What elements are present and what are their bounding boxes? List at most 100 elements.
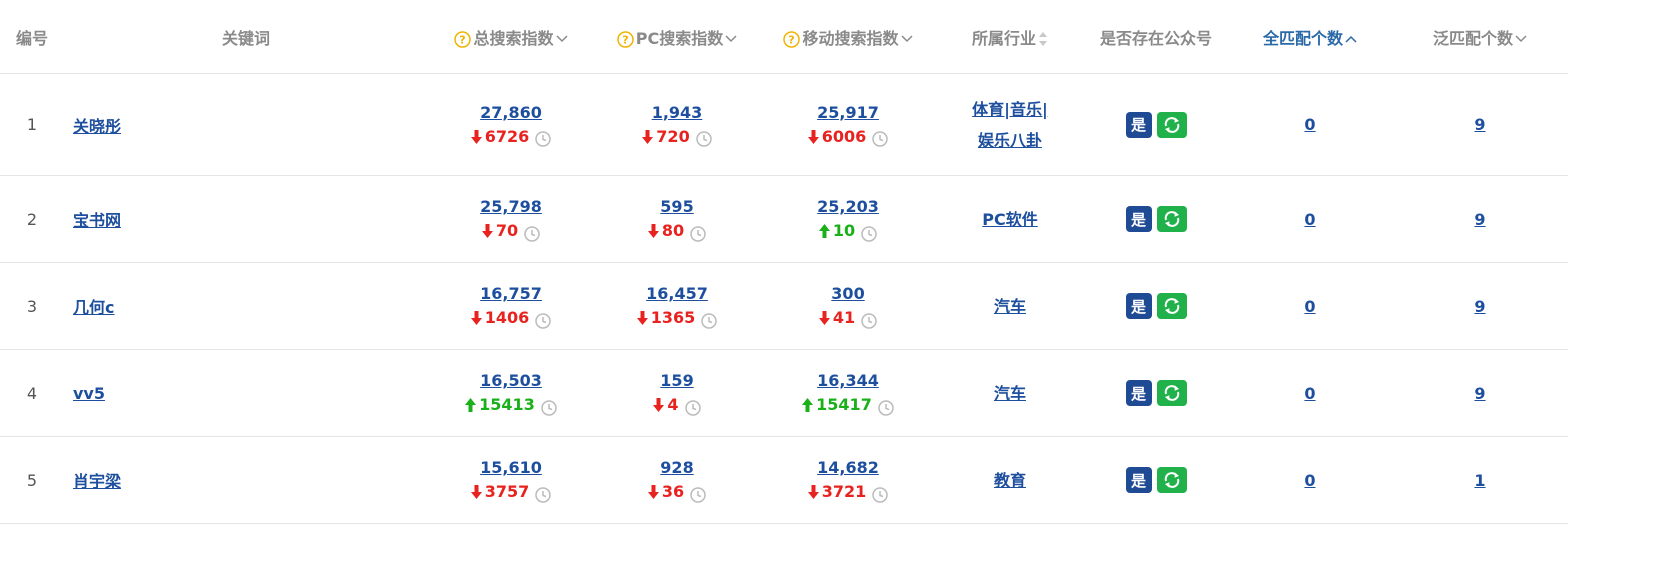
- industry-link[interactable]: 娱乐八卦: [978, 131, 1042, 150]
- mobile-index-link[interactable]: 25,917: [817, 101, 879, 125]
- cell-exact: 0: [1228, 175, 1392, 263]
- refresh-button[interactable]: [1156, 467, 1187, 493]
- cell-total: 27,860 6726: [428, 73, 594, 176]
- chevron-down-icon[interactable]: [555, 35, 568, 43]
- industry-link[interactable]: 体育|音乐|: [972, 100, 1048, 119]
- clock-icon[interactable]: [878, 399, 894, 416]
- chevron-down-icon[interactable]: [900, 35, 913, 43]
- total-index-link[interactable]: 16,503: [480, 369, 542, 393]
- mobile-change-value: 6006: [821, 126, 867, 146]
- pc-change: 1365: [636, 306, 696, 330]
- clock-icon[interactable]: [690, 225, 706, 242]
- wechat-exists-badge[interactable]: 是: [1125, 111, 1152, 138]
- chevron-down-icon[interactable]: [1515, 35, 1527, 43]
- total-index-link[interactable]: 27,860: [480, 101, 542, 125]
- clock-icon[interactable]: [701, 312, 718, 329]
- col-mobile-header[interactable]: ? 移动搜索指数: [760, 0, 936, 74]
- wechat-exists-badge[interactable]: 是: [1125, 380, 1152, 406]
- exact-match-link[interactable]: 0: [1304, 471, 1315, 490]
- industry-link[interactable]: 汽车: [994, 297, 1026, 316]
- total-index-link[interactable]: 16,757: [480, 282, 542, 306]
- total-index-link[interactable]: 25,798: [480, 195, 542, 219]
- wechat-exists-badge[interactable]: 是: [1125, 293, 1152, 319]
- clock-icon[interactable]: [541, 399, 557, 416]
- pc-index-link[interactable]: 16,457: [646, 282, 708, 306]
- keyword-link[interactable]: 几何c: [73, 298, 115, 317]
- pc-change-value: 1365: [650, 308, 696, 327]
- mobile-change-value: 15417: [816, 395, 872, 414]
- pc-index-link[interactable]: 928: [660, 456, 693, 480]
- industry-link[interactable]: 教育: [994, 471, 1026, 490]
- clock-icon[interactable]: [535, 131, 552, 147]
- clock-icon[interactable]: [524, 225, 540, 242]
- clock-icon[interactable]: [535, 486, 552, 503]
- refresh-button[interactable]: [1156, 111, 1187, 138]
- exact-match-link[interactable]: 0: [1304, 115, 1315, 134]
- refresh-button[interactable]: [1156, 293, 1187, 319]
- total-change-value: 3757: [484, 482, 530, 501]
- chevron-up-icon[interactable]: [1345, 35, 1357, 43]
- mobile-index-link[interactable]: 14,682: [817, 456, 879, 480]
- industry-link[interactable]: 汽车: [994, 384, 1026, 403]
- col-exact-header[interactable]: 全匹配个数: [1228, 0, 1392, 74]
- mobile-index-link[interactable]: 16,344: [817, 369, 879, 393]
- chevron-down-icon[interactable]: [725, 35, 737, 43]
- col-industry-header[interactable]: 所属行业: [936, 0, 1084, 74]
- cell-wechat: 是: [1084, 262, 1228, 350]
- cell-mobile: 25,203 10: [760, 175, 936, 263]
- col-broad-label: 泛匹配个数: [1432, 28, 1513, 48]
- exact-match-link[interactable]: 0: [1304, 384, 1315, 403]
- wechat-exists-badge[interactable]: 是: [1125, 206, 1152, 232]
- total-index-link[interactable]: 15,610: [480, 456, 542, 480]
- pc-index-link[interactable]: 1,943: [652, 101, 703, 125]
- refresh-icon: [1164, 298, 1179, 314]
- keyword-link[interactable]: 宝书网: [73, 211, 121, 230]
- wechat-exists-badge[interactable]: 是: [1125, 467, 1152, 493]
- clock-icon[interactable]: [690, 486, 706, 503]
- col-broad-header[interactable]: 泛匹配个数: [1392, 0, 1568, 74]
- clock-icon[interactable]: [695, 131, 712, 147]
- col-mobile-label: 移动搜索指数: [802, 28, 899, 48]
- col-pc-label: PC搜索指数: [635, 28, 724, 48]
- mobile-index-link[interactable]: 25,203: [817, 195, 879, 219]
- question-circle-icon[interactable]: ?: [783, 30, 801, 48]
- mobile-index-link[interactable]: 300: [831, 282, 864, 306]
- pc-change: 80: [647, 219, 684, 243]
- clock-icon[interactable]: [684, 399, 701, 416]
- broad-match-link[interactable]: 9: [1474, 297, 1485, 316]
- broad-match-link[interactable]: 9: [1474, 115, 1485, 134]
- total-change: 6726: [470, 125, 529, 149]
- broad-match-link[interactable]: 9: [1474, 210, 1485, 229]
- arrow-down-icon: [470, 129, 482, 144]
- mobile-change: 41: [818, 306, 855, 330]
- question-circle-icon[interactable]: ?: [454, 30, 472, 48]
- question-circle-icon[interactable]: ?: [617, 30, 634, 48]
- exact-match-link[interactable]: 0: [1304, 297, 1315, 316]
- clock-icon[interactable]: [872, 486, 889, 503]
- pc-index-link[interactable]: 159: [660, 369, 693, 393]
- arrow-down-icon: [818, 311, 830, 325]
- keyword-link[interactable]: 关晓彤: [73, 117, 121, 136]
- clock-icon[interactable]: [861, 225, 877, 242]
- keyword-link[interactable]: vv5: [73, 384, 105, 403]
- clock-icon[interactable]: [861, 312, 877, 329]
- broad-match-link[interactable]: 1: [1474, 471, 1485, 490]
- table-header: 编号 关键词 ? 总搜索指数 ? PC搜索指数 ? 移动搜索指数 所属行业 是否存在公…: [0, 0, 1568, 74]
- clock-icon[interactable]: [535, 312, 552, 329]
- clock-icon[interactable]: [872, 131, 889, 147]
- col-id-header: 编号: [0, 0, 64, 74]
- refresh-button[interactable]: [1156, 206, 1187, 232]
- col-total-header[interactable]: ? 总搜索指数: [428, 0, 594, 74]
- arrow-down-icon: [636, 311, 648, 325]
- industry-link[interactable]: PC软件: [982, 210, 1037, 229]
- broad-match-link[interactable]: 9: [1474, 384, 1485, 403]
- cell-keyword: 几何c: [64, 262, 428, 350]
- mobile-change: 10: [818, 219, 855, 243]
- refresh-button[interactable]: [1156, 380, 1187, 406]
- refresh-icon: [1164, 116, 1179, 133]
- col-pc-header[interactable]: ? PC搜索指数: [594, 0, 760, 74]
- pc-index-link[interactable]: 595: [660, 195, 693, 219]
- keyword-link[interactable]: 肖宇梁: [73, 472, 121, 491]
- sort-toggle-icon[interactable]: [1038, 31, 1048, 47]
- exact-match-link[interactable]: 0: [1304, 210, 1315, 229]
